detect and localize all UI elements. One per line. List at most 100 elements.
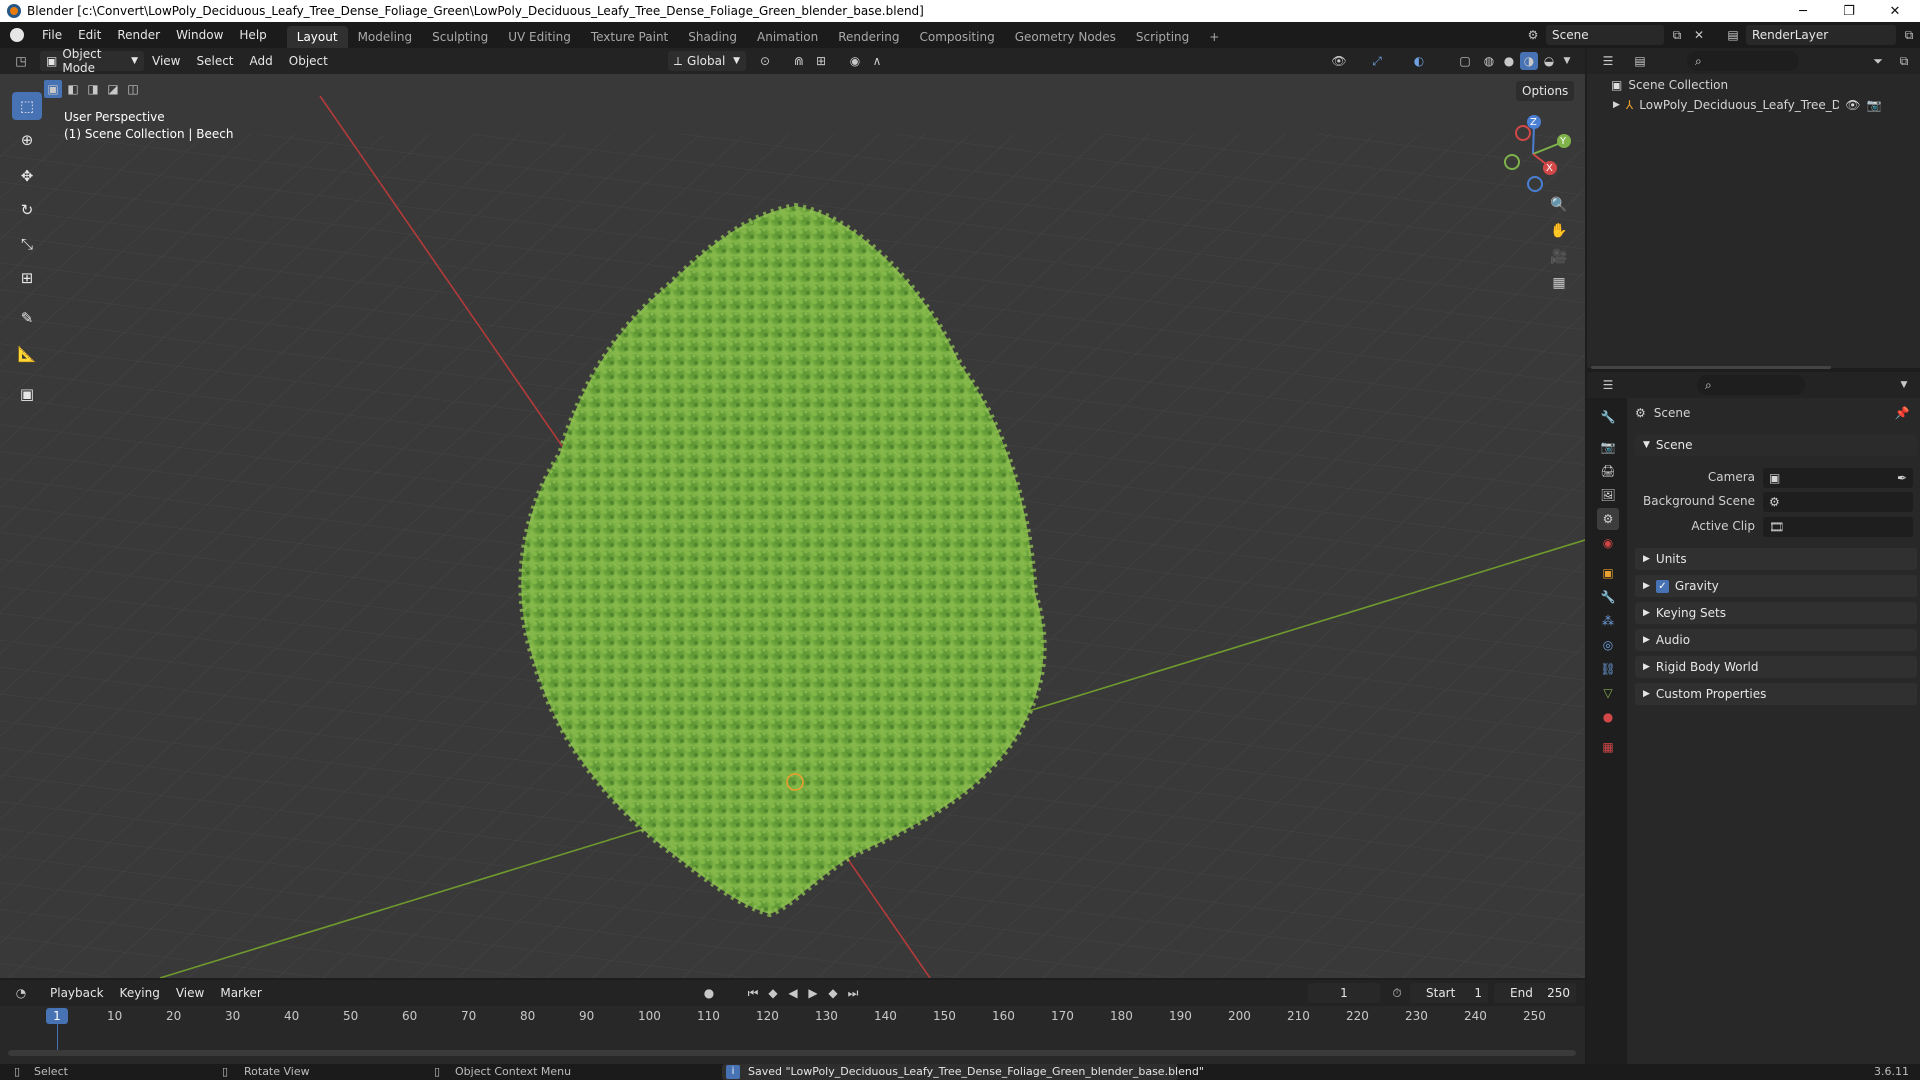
record-icon[interactable]: ● bbox=[700, 984, 718, 1002]
display-mode-icon[interactable]: ▤ bbox=[1631, 52, 1649, 70]
intersect-selection-icon[interactable]: ◫ bbox=[124, 80, 142, 98]
expand-arrow-icon[interactable]: ▶ bbox=[1613, 100, 1620, 110]
proportional-editing-icon[interactable]: ◉ bbox=[846, 52, 864, 70]
tab-world[interactable]: ◉ bbox=[1597, 532, 1619, 554]
custom-properties-panel[interactable]: ▶ Custom Properties bbox=[1635, 683, 1917, 705]
outliner-search-input[interactable]: ⌕ bbox=[1687, 51, 1799, 71]
properties-editor-icon[interactable]: ☰ bbox=[1599, 376, 1617, 394]
tab-sculpting[interactable]: Sculpting bbox=[422, 26, 498, 48]
camera-view-icon[interactable]: 🎥 bbox=[1550, 248, 1568, 266]
menu-add[interactable]: Add bbox=[242, 48, 281, 74]
rigid-body-world-panel[interactable]: ▶ Rigid Body World bbox=[1635, 656, 1917, 678]
snap-target-icon[interactable]: ⊞ bbox=[812, 52, 830, 70]
close-button[interactable]: ✕ bbox=[1872, 0, 1918, 22]
annotate-tool[interactable]: ✎ bbox=[12, 304, 42, 332]
tab-constraints[interactable]: ⛓ bbox=[1597, 658, 1619, 680]
move-tool[interactable]: ✥ bbox=[12, 162, 42, 190]
gizmo-toggle-icon[interactable]: ⤢ bbox=[1368, 52, 1386, 70]
jump-start-icon[interactable]: ⏮ bbox=[744, 984, 762, 1002]
tab-texture[interactable]: ▦ bbox=[1597, 736, 1619, 758]
tab-scene[interactable]: ⚙ bbox=[1597, 508, 1619, 530]
view-layer-selector[interactable]: ▤ RenderLayer ⧉ ✕ bbox=[1724, 25, 1920, 45]
tab-texture-paint[interactable]: Texture Paint bbox=[581, 26, 678, 48]
menu-select[interactable]: Select bbox=[188, 48, 241, 74]
3d-viewport[interactable]: User Perspective (1) Scene Collection | … bbox=[0, 74, 1585, 978]
select-box-tool[interactable]: ⬚ bbox=[12, 92, 42, 120]
jump-end-icon[interactable]: ⏭ bbox=[844, 984, 862, 1002]
outliner-root-row[interactable]: ▣ Scene Collection bbox=[1611, 78, 1728, 92]
new-collection-icon[interactable]: ⧉ bbox=[1895, 52, 1913, 70]
pivot-point-icon[interactable]: ⊙ bbox=[756, 52, 774, 70]
mode-dropdown[interactable]: ▣ Object Mode ▼ bbox=[40, 47, 144, 75]
falloff-icon[interactable]: ∧ bbox=[868, 52, 886, 70]
end-frame-field[interactable]: End 250 bbox=[1494, 983, 1576, 1003]
menu-timeline-view[interactable]: View bbox=[168, 980, 212, 1006]
measure-tool[interactable]: 📐 bbox=[12, 340, 42, 368]
gravity-checkbox[interactable]: ✓ bbox=[1655, 579, 1669, 593]
menu-playback[interactable]: Playback bbox=[42, 980, 112, 1006]
eye-visibility-icon[interactable]: 👁 bbox=[1845, 98, 1860, 112]
tab-animation[interactable]: Animation bbox=[747, 26, 828, 48]
wireframe-shading-icon[interactable]: ◍ bbox=[1480, 52, 1498, 70]
menu-object[interactable]: Object bbox=[281, 48, 336, 74]
menu-window[interactable]: Window bbox=[168, 22, 231, 48]
delete-scene-icon[interactable]: ✕ bbox=[1690, 26, 1708, 44]
material-shading-icon[interactable]: ◑ bbox=[1520, 52, 1538, 70]
scale-tool[interactable]: ⤡ bbox=[12, 230, 42, 258]
transform-tool[interactable]: ⊞ bbox=[12, 264, 42, 292]
pin-icon[interactable]: 📌 bbox=[1893, 404, 1911, 422]
frame-ruler[interactable]: 10 20 30 40 50 60 70 80 90 100 110 120 130 140 150 160 1… bbox=[0, 1006, 1585, 1026]
subtract-selection-icon[interactable]: ◨ bbox=[84, 80, 102, 98]
menu-render[interactable]: Render bbox=[109, 22, 168, 48]
tab-shading[interactable]: Shading bbox=[678, 26, 747, 48]
tab-layout[interactable]: Layout bbox=[286, 26, 348, 48]
play-icon[interactable]: ▶ bbox=[804, 984, 822, 1002]
tab-compositing[interactable]: Compositing bbox=[909, 26, 1004, 48]
properties-search-input[interactable]: ⌕ bbox=[1697, 375, 1805, 395]
current-frame-field[interactable]: 1 bbox=[1308, 983, 1380, 1003]
background-scene-field[interactable]: ⚙ bbox=[1763, 492, 1913, 512]
maximize-button[interactable]: ❐ bbox=[1826, 0, 1872, 22]
solid-shading-icon[interactable]: ● bbox=[1500, 52, 1518, 70]
scene-section-header[interactable]: ▼ Scene bbox=[1635, 434, 1917, 456]
minimize-button[interactable]: ─ bbox=[1780, 0, 1826, 22]
set-selection-icon[interactable]: ▣ bbox=[44, 80, 62, 98]
scene-selector[interactable]: ⚙ Scene ⧉ ✕ bbox=[1524, 25, 1708, 45]
menu-help[interactable]: Help bbox=[231, 22, 274, 48]
tab-particles[interactable]: ⁂ bbox=[1597, 610, 1619, 632]
orientation-dropdown[interactable]: ⟂ Global ▼ bbox=[668, 51, 746, 71]
next-keyframe-icon[interactable]: ◆ bbox=[824, 984, 842, 1002]
tab-modeling[interactable]: Modeling bbox=[348, 26, 423, 48]
stopwatch-icon[interactable]: ⏱ bbox=[1388, 984, 1406, 1002]
filter-icon[interactable]: ⏷ bbox=[1869, 52, 1887, 70]
xray-icon[interactable]: ▢ bbox=[1456, 52, 1474, 70]
zoom-icon[interactable]: 🔍 bbox=[1550, 196, 1568, 214]
rotate-tool[interactable]: ↻ bbox=[12, 196, 42, 224]
menu-edit[interactable]: Edit bbox=[70, 22, 109, 48]
view-layer-field[interactable]: RenderLayer bbox=[1746, 25, 1896, 45]
tab-modifiers[interactable]: 🔧 bbox=[1597, 586, 1619, 608]
audio-panel[interactable]: ▶ Audio bbox=[1635, 629, 1917, 651]
camera-field[interactable]: ▣ ✒ bbox=[1763, 468, 1913, 488]
menu-view[interactable]: View bbox=[144, 48, 188, 74]
tab-physics[interactable]: ◎ bbox=[1597, 634, 1619, 656]
add-workspace-button[interactable]: + bbox=[1199, 26, 1229, 48]
chevron-down-icon[interactable]: ▼ bbox=[1895, 376, 1913, 394]
tab-view-layer[interactable]: 🖼 bbox=[1597, 484, 1619, 506]
outliner-editor-icon[interactable]: ☰ bbox=[1599, 52, 1617, 70]
cursor-tool[interactable]: ⊕ bbox=[12, 126, 42, 154]
render-camera-icon[interactable]: 📷 bbox=[1867, 98, 1882, 112]
outliner-item[interactable]: ▶ ⅄ LowPoly_Deciduous_Leafy_Tree_Dense_ … bbox=[1613, 98, 1913, 112]
extend-selection-icon[interactable]: ◧ bbox=[64, 80, 82, 98]
options-dropdown[interactable]: Options bbox=[1516, 81, 1575, 101]
shading-options-icon[interactable]: ▼ bbox=[1558, 52, 1576, 70]
timeline-scrollbar[interactable] bbox=[8, 1050, 1576, 1056]
pan-hand-icon[interactable]: ✋ bbox=[1550, 222, 1568, 240]
tab-tool[interactable]: 🔧 bbox=[1597, 406, 1619, 428]
tab-material[interactable]: ● bbox=[1597, 706, 1619, 728]
keying-sets-panel[interactable]: ▶ Keying Sets bbox=[1635, 602, 1917, 624]
tab-render[interactable]: 📷 bbox=[1597, 436, 1619, 458]
tab-data[interactable]: ▽ bbox=[1597, 682, 1619, 704]
rendered-shading-icon[interactable]: ◒ bbox=[1540, 52, 1558, 70]
tab-object[interactable]: ▣ bbox=[1597, 562, 1619, 584]
